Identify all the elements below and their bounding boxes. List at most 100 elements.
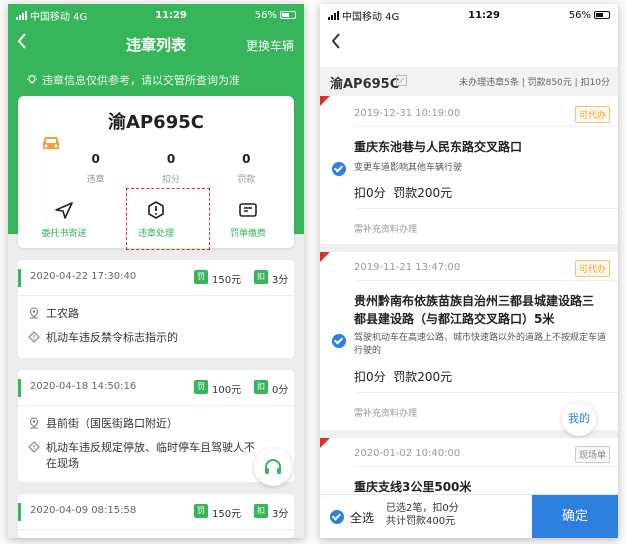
bottom-action-bar: 全选 已选2笔，扣0分 共计罚款400元 确定 [320, 494, 618, 538]
support-button[interactable] [254, 448, 292, 486]
record-reason: 机动车违反规定停放、临时停车且驾驶人不在现场 [28, 440, 258, 472]
location-text: 县前街（国医街路口附近） [46, 417, 178, 430]
delegation-mail-button[interactable]: 委托书寄送 [18, 196, 110, 239]
points-value: 扣0分 [354, 370, 386, 384]
reason-text: 机动车违反禁令标志指示的 [46, 331, 178, 344]
corner-marker [320, 252, 330, 262]
corner-marker [320, 96, 330, 106]
points-tag: 扣 [254, 380, 268, 394]
select-all-label[interactable]: 全选 [350, 509, 374, 526]
fine-amount: 150元 [212, 275, 242, 286]
carrier-label: 中国移动 4G [30, 11, 88, 23]
location-text: 工农路 [46, 307, 79, 320]
carrier-label: 中国移动 4G [342, 11, 400, 23]
violation-card[interactable]: 2019-12-31 10:19:00 可代办 重庆东池巷与人民东路交叉路口 变… [320, 96, 618, 244]
battery-percent: 56% [254, 9, 277, 21]
battery-info: 56% [255, 10, 296, 21]
action-label: 委托书寄送 [41, 229, 87, 239]
violation-detail-screen: 中国移动 4G 11:29 56% 渝AP695C 未办理违章5条 | 罚款85… [320, 4, 618, 538]
signal-icon [328, 10, 339, 20]
card-checkbox[interactable] [332, 162, 346, 176]
fine-tag: 罚 [194, 270, 208, 284]
card-date: 2019-12-31 10:19:00 [354, 108, 461, 119]
points-tag: 扣 [254, 270, 268, 284]
status-bar: 中国移动 4G 11:29 56% [8, 4, 304, 26]
fine-value: 罚款200元 [393, 370, 453, 384]
corner-marker [320, 438, 330, 448]
chevron-left-icon[interactable] [330, 32, 352, 56]
battery-icon [280, 10, 296, 19]
status-badge: 现场单 [574, 446, 610, 463]
record-header: 2020-04-09 08:15:58 罚 150元 扣 3分 [18, 494, 294, 530]
vehicle-summary-bar: 渝AP695C 未办理违章5条 | 罚款850元 | 扣10分 [320, 66, 618, 96]
record-location: 工农路 [28, 306, 258, 322]
location-pin-icon [29, 307, 39, 319]
lightbulb-icon [27, 74, 37, 84]
send-icon [55, 202, 73, 219]
screenshot-canvas: 中国移动 4G 11:29 56% 违章列表 更换车辆 违章信息仅供参考，请以交… [0, 0, 626, 544]
ticket-payment-button[interactable]: 罚单缴费 [202, 196, 294, 239]
selected-count: 已选2笔，扣0分 [386, 503, 459, 514]
points-amount: 0分 [272, 385, 289, 396]
change-vehicle-button[interactable]: 更换车辆 [246, 37, 294, 54]
card-date: 2020-01-02 10:40:00 [354, 448, 461, 459]
fine-value: 罚款200元 [393, 186, 453, 200]
violation-record[interactable]: 2020-04-22 17:30:40 罚 150元 扣 3分 工农路 机动车违… [18, 260, 294, 358]
points-amount: 3分 [272, 509, 289, 520]
highlight-box [126, 188, 210, 250]
stat-fines: 0 罚款 [209, 152, 284, 185]
card-address: 重庆东池巷与人民东路交叉路口 [354, 140, 523, 154]
stat-value: 0 [166, 152, 176, 166]
notice-text: 违章信息仅供参考，请以交管所查询为准 [42, 74, 240, 87]
record-header: 2020-04-18 14:50:16 罚 100元 扣 0分 [18, 370, 294, 406]
select-all-checkbox[interactable] [330, 510, 344, 524]
record-accent [18, 379, 21, 397]
diamond-warning-icon [28, 331, 40, 343]
status-time: 11:29 [155, 9, 187, 21]
record-date: 2020-04-22 17:30:40 [30, 271, 137, 282]
violation-record[interactable]: 2020-04-09 08:15:58 罚 150元 扣 3分 [18, 494, 294, 538]
fine-amount: 100元 [212, 385, 242, 396]
plate-number: 渝AP695C [108, 112, 204, 133]
fine-tag: 罚 [194, 380, 208, 394]
violation-card[interactable]: 2020-01-02 10:40:00 现场单 重庆支线3公里500米 [320, 438, 618, 494]
car-icon [43, 137, 59, 149]
location-pin-icon [29, 417, 39, 429]
card-address: 贵州黔南布依族苗族自治州三都县城建设路三都县建设路（与都江路交叉路口）5米 [354, 294, 595, 326]
notice-banner: 违章信息仅供参考，请以交管所查询为准 [26, 72, 240, 88]
supplement-note[interactable]: 需补充资料办理 [354, 406, 417, 419]
card-description: 驾驶机动车在高速公路、城市快速路以外的道路上不按规定车道行驶的 [354, 333, 607, 356]
battery-icon [594, 10, 610, 19]
card-penalty: 扣0分 罚款200元 [354, 184, 452, 201]
divider [354, 466, 618, 467]
status-badge: 可代办 [574, 260, 610, 277]
record-header: 2020-04-22 17:30:40 罚 150元 扣 3分 [18, 260, 294, 296]
record-reason: 机动车违反禁令标志指示的 [28, 330, 258, 346]
mine-button[interactable]: 我的 [562, 402, 596, 436]
edit-icon[interactable] [396, 75, 407, 86]
action-label: 罚单缴费 [229, 229, 266, 239]
status-time: 11:29 [468, 9, 500, 21]
stat-label: 扣分 [161, 175, 180, 185]
points-amount: 3分 [272, 275, 289, 286]
stat-label: 罚款 [237, 175, 256, 185]
diamond-warning-icon [28, 441, 40, 453]
headset-icon [265, 459, 281, 474]
record-date: 2020-04-18 14:50:16 [30, 381, 137, 392]
violation-list-screen: 中国移动 4G 11:29 56% 违章列表 更换车辆 违章信息仅供参考，请以交… [8, 4, 304, 538]
confirm-button[interactable]: 确定 [532, 495, 618, 538]
battery-percent: 56% [568, 9, 591, 21]
plate-number: 渝AP695C [330, 77, 400, 92]
selected-total: 共计罚款400元 [386, 516, 456, 527]
divider [354, 280, 618, 281]
violation-record[interactable]: 2020-04-18 14:50:16 罚 100元 扣 0分 县前街（国医街路… [18, 370, 294, 482]
supplement-note[interactable]: 需补充资料办理 [354, 222, 417, 235]
record-accent [18, 503, 21, 521]
signal-icon [16, 10, 27, 20]
card-checkbox[interactable] [332, 334, 346, 348]
status-badge: 可代办 [574, 106, 610, 123]
car-summary-card: 渝AP695C 0 违章 0 扣分 0 罚款 委托书寄送 违章处理 罚单缴费 [18, 96, 294, 250]
ticket-icon [239, 203, 257, 217]
divider [354, 126, 618, 127]
fine-tag: 罚 [194, 504, 208, 518]
